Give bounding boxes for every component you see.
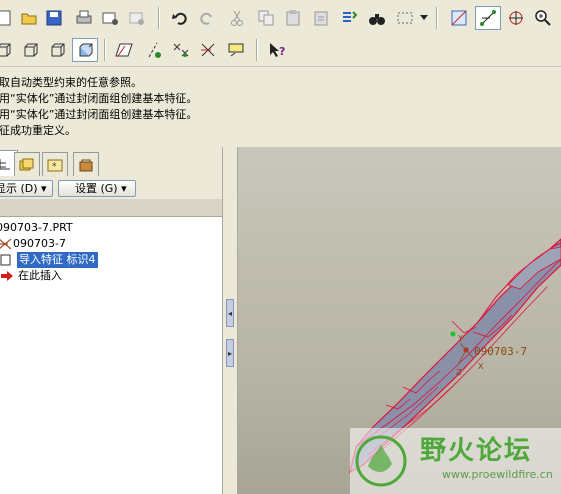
watermark-logo-icon	[355, 435, 407, 487]
tree-item-csys[interactable]: 090703-7	[0, 236, 66, 252]
message-line: 选取自动类型约束的任意参照。	[0, 76, 142, 89]
select-box-icon[interactable]	[394, 7, 416, 29]
datum-points-toggle-icon[interactable]	[170, 39, 192, 61]
coordinate-systems-toggle-icon[interactable]	[198, 39, 220, 61]
paste-special-icon	[310, 7, 332, 29]
message-line: 特征成功重定义。	[0, 124, 76, 137]
tree-column-header	[0, 199, 222, 217]
toolbar-separator	[158, 7, 160, 29]
new-file-icon[interactable]	[0, 7, 16, 29]
svg-text:?: ?	[279, 45, 285, 58]
no-hidden-icon[interactable]	[46, 39, 68, 61]
datum-point-marker	[450, 331, 456, 337]
cut-icon	[226, 7, 248, 29]
tree-item-import-feature[interactable]: 导入特征 标识4	[0, 252, 98, 268]
tab-folder-browser[interactable]	[14, 152, 40, 176]
open-folder-icon[interactable]	[18, 7, 40, 29]
message-line: 利用“实体化”通过封闭面组创建基本特征。	[0, 92, 198, 105]
send-mail-icon[interactable]	[99, 7, 121, 29]
standard-toolbar	[0, 0, 561, 34]
show-menu-button[interactable]: 显示 (D) ▾	[0, 180, 53, 197]
tree-item-part[interactable]: 090703-7.PRT	[0, 220, 73, 236]
paste-icon	[282, 7, 304, 29]
watermark-url: www.proewildfire.cn	[442, 468, 553, 481]
zoom-in-icon[interactable]	[532, 7, 554, 29]
watermark-title: 野火论坛	[420, 436, 533, 466]
import-feature-icon	[0, 254, 11, 266]
navigator-panel: * 显示 (D) ▾ 设置 (G) ▾ 090703-7.PRT 090703-…	[0, 147, 222, 494]
coordinate-system-icon	[0, 238, 12, 250]
send-disabled-icon	[126, 7, 148, 29]
tab-connections[interactable]	[73, 152, 99, 176]
tree-item-insert-here[interactable]: 在此插入	[0, 268, 62, 284]
datum-axes-toggle-icon[interactable]	[143, 39, 165, 61]
view-toolbar: ?	[0, 34, 561, 67]
insert-arrow-icon	[1, 271, 13, 281]
wireframe-icon[interactable]	[0, 39, 14, 61]
panel-splitter[interactable]: ◂ ▸	[222, 147, 238, 494]
message-area: 选取自动类型约束的任意参照。 利用“实体化”通过封闭面组创建基本特征。 利用“实…	[0, 67, 561, 147]
print-icon[interactable]	[73, 7, 95, 29]
svg-text:*: *	[52, 162, 57, 172]
datum-planes-toggle-icon[interactable]	[114, 39, 136, 61]
copy-icon	[255, 7, 277, 29]
csys-label: 090703-7	[474, 345, 527, 358]
toolbar-separator	[104, 39, 106, 61]
collapse-left-button[interactable]: ◂	[226, 299, 234, 327]
message-line: 利用“实体化”通过封闭面组创建基本特征。	[0, 108, 198, 121]
shading-icon[interactable]	[72, 38, 98, 62]
csys-y-label: Y	[457, 334, 463, 343]
csys-z-label: Z	[456, 368, 462, 377]
tab-favorites[interactable]: *	[42, 152, 68, 176]
redo-icon	[196, 7, 218, 29]
spin-center-icon[interactable]	[505, 7, 527, 29]
watermark: 野火论坛 www.proewildfire.cn	[350, 428, 561, 494]
datum-axis-display-icon[interactable]	[475, 6, 501, 30]
undo-icon[interactable]	[169, 7, 191, 29]
annotations-toggle-icon[interactable]	[226, 39, 248, 61]
settings-menu-button[interactable]: 设置 (G) ▾	[58, 180, 136, 197]
hidden-line-icon[interactable]	[19, 39, 41, 61]
datum-plane-display-icon[interactable]	[448, 7, 470, 29]
csys-x-label: X	[478, 362, 484, 371]
find-binoculars-icon[interactable]	[366, 7, 388, 29]
expand-right-button[interactable]: ▸	[226, 339, 234, 367]
select-dropdown-arrow[interactable]	[418, 7, 430, 29]
regenerate-icon[interactable]	[338, 7, 360, 29]
model-tree: 090703-7.PRT 090703-7 导入特征 标识4 在此插入	[0, 217, 222, 494]
context-help-icon[interactable]: ?	[266, 39, 288, 61]
save-icon[interactable]	[43, 7, 65, 29]
toolbar-separator	[436, 7, 438, 29]
toolbar-separator	[256, 39, 258, 61]
